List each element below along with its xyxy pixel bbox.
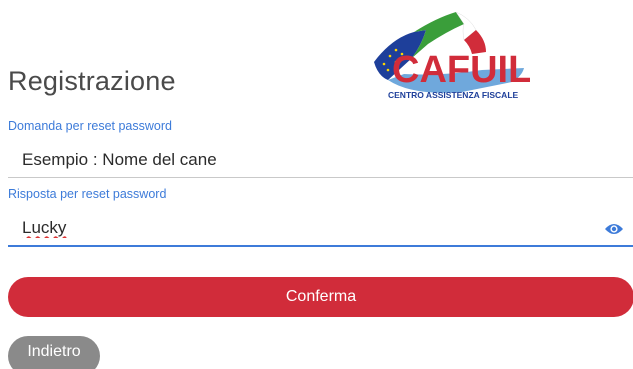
question-input[interactable] — [8, 142, 633, 178]
confirm-button[interactable]: Conferma — [8, 277, 633, 317]
registration-page: Registrazione CAFUIL CENTRO ASSISTENZA F… — [0, 0, 633, 369]
question-label: Domanda per reset password — [8, 119, 172, 133]
logo-brand: CAFUIL — [392, 49, 530, 91]
answer-input[interactable] — [8, 211, 633, 247]
eye-icon[interactable] — [604, 221, 624, 237]
logo-tagline: CENTRO ASSISTENZA FISCALE — [388, 90, 519, 100]
back-button[interactable]: Indietro — [8, 336, 100, 369]
page-title: Registrazione — [8, 66, 176, 96]
cafuil-logo: CAFUIL CENTRO ASSISTENZA FISCALE — [374, 11, 530, 100]
answer-label: Risposta per reset password — [8, 187, 167, 201]
